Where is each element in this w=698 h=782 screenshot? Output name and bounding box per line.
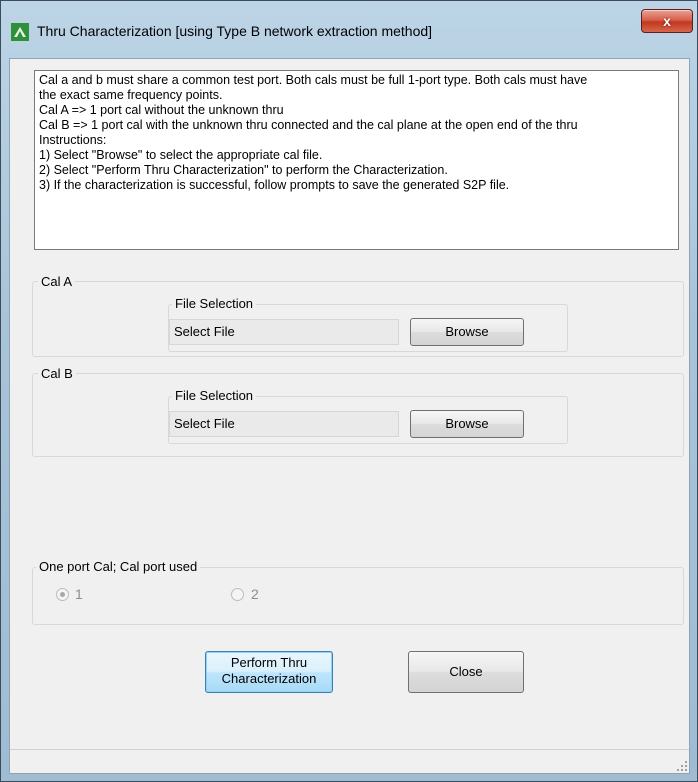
cal-b-file-selection-group: File Selection Select File Browse <box>168 388 568 444</box>
instruction-line: the exact same frequency points. <box>39 88 223 102</box>
instruction-line: 1) Select "Browse" to select the appropr… <box>39 148 323 162</box>
dialog-window: Thru Characterization [using Type B netw… <box>0 0 698 782</box>
cal-b-group: Cal B File Selection Select File Browse <box>32 366 684 457</box>
dialog-client: Cal a and b must share a common test por… <box>9 58 690 774</box>
instruction-line: 3) If the characterization is successful… <box>39 178 510 192</box>
perform-thru-characterization-button[interactable]: Perform Thru Characterization <box>205 651 333 693</box>
port-2-radio[interactable] <box>231 588 244 601</box>
cal-a-file-selection-label: File Selection <box>172 296 257 311</box>
cal-a-label: Cal A <box>38 274 76 289</box>
instruction-line: 2) Select "Perform Thru Characterization… <box>39 163 448 177</box>
cal-b-file-selection-label: File Selection <box>172 388 257 403</box>
window-close-button[interactable]: x <box>641 9 693 33</box>
cal-a-browse-button[interactable]: Browse <box>410 318 524 346</box>
cal-b-browse-button[interactable]: Browse <box>410 410 524 438</box>
cal-port-group: One port Cal; Cal port used 1 2 <box>32 559 684 625</box>
title-bar[interactable]: Thru Characterization [using Type B netw… <box>1 1 697 57</box>
resize-grip-icon[interactable] <box>677 761 687 771</box>
port-2-label: 2 <box>251 586 259 602</box>
cal-a-file-selection-group: File Selection Select File Browse <box>168 296 568 352</box>
instruction-line: Cal A => 1 port cal without the unknown … <box>39 103 284 117</box>
close-button[interactable]: Close <box>408 651 524 693</box>
cal-port-label: One port Cal; Cal port used <box>36 559 201 574</box>
cal-a-group: Cal A File Selection Select File Browse <box>32 274 684 357</box>
cal-b-label: Cal B <box>38 366 76 381</box>
cal-b-file-field[interactable]: Select File <box>169 411 399 437</box>
cal-a-file-field[interactable]: Select File <box>169 319 399 345</box>
instructions-textbox[interactable]: Cal a and b must share a common test por… <box>34 70 679 250</box>
instruction-line: Instructions: <box>39 133 107 147</box>
status-bar <box>10 749 689 773</box>
app-icon <box>11 23 29 41</box>
radio-selected-dot <box>60 592 65 597</box>
instruction-line: Cal B => 1 port cal with the unknown thr… <box>39 118 578 132</box>
perform-button-line-1: Perform Thru <box>230 655 308 670</box>
perform-button-line-2: Characterization <box>221 671 317 686</box>
instruction-line: Cal a and b must share a common test por… <box>39 73 588 87</box>
close-icon: x <box>663 13 671 29</box>
port-1-radio[interactable] <box>56 588 69 601</box>
window-title: Thru Characterization [using Type B netw… <box>37 23 433 39</box>
port-1-label: 1 <box>75 586 83 602</box>
